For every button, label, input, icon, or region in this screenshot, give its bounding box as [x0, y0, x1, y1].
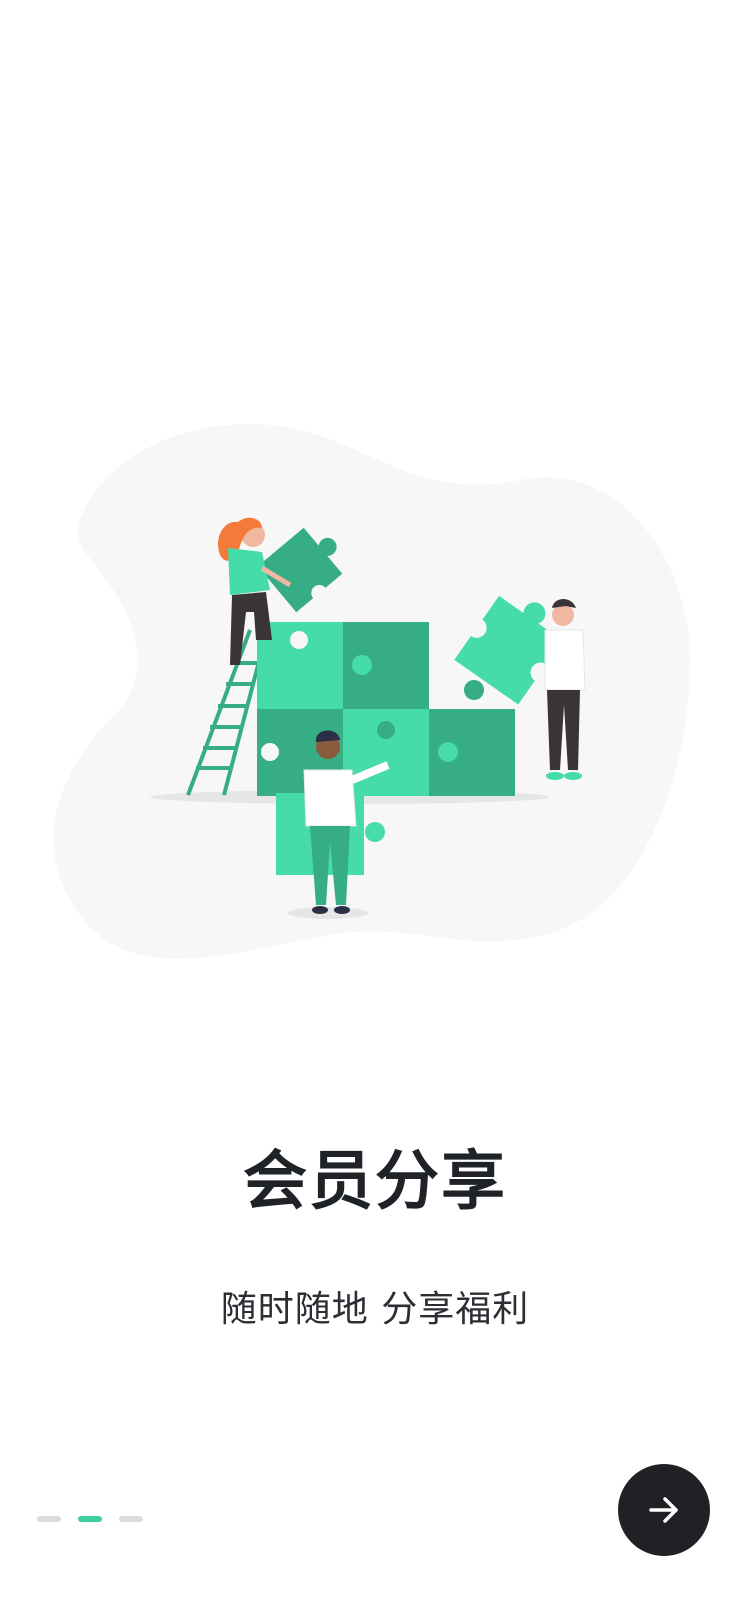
next-button[interactable]: [618, 1464, 710, 1556]
puzzle-team-illustration: [53, 424, 690, 959]
page-indicator: [37, 1516, 143, 1522]
page-dot-1[interactable]: [37, 1516, 61, 1522]
page-dot-3[interactable]: [119, 1516, 143, 1522]
floor-shadow-small: [288, 907, 368, 919]
page-title: 会员分享: [243, 1145, 507, 1219]
page-subtitle: 随时随地 分享福利: [220, 1289, 530, 1330]
arrow-right-icon: [649, 1497, 678, 1523]
onboarding-screen: 会员分享 随时随地 分享福利: [0, 0, 750, 1624]
page-dot-2-active[interactable]: [78, 1516, 102, 1522]
